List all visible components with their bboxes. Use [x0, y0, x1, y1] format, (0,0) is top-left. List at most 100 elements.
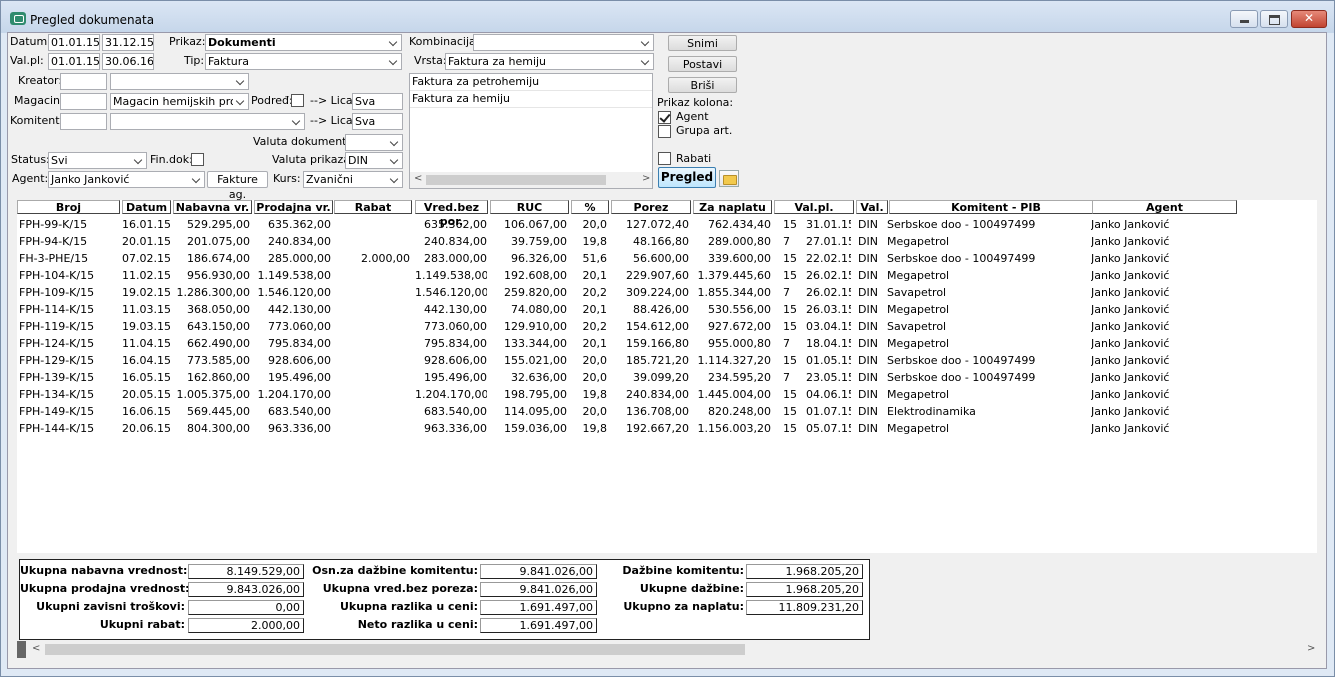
pregled-button[interactable]: Pregled	[658, 167, 716, 188]
cell-porez: 127.072,40	[626, 218, 689, 231]
vrsta-listbox[interactable]: Faktura za petrohemiju Faktura za hemiju…	[409, 73, 653, 189]
column-header-val[interactable]: Val.	[856, 200, 888, 214]
kreator-select[interactable]	[110, 73, 249, 90]
total-naplata-value: 11.809.231,20	[746, 600, 863, 615]
horizontal-scrollbar[interactable]: < >	[17, 641, 1320, 658]
table-row[interactable]: FPH-139-K/15 16.05.15 162.860,00 195.496,00…	[17, 369, 1317, 386]
cell-porez: 154.612,00	[626, 320, 689, 333]
cell-nabavna: 368.050,00	[187, 303, 250, 316]
scroll-thumb[interactable]	[426, 175, 606, 185]
cell-valuta: DIN	[858, 422, 878, 435]
agent-checkbox[interactable]	[658, 111, 671, 124]
table-row[interactable]: FPH-94-K/15 20.01.15 201.075,00 240.834,00 2…	[17, 233, 1317, 250]
chevron-down-icon[interactable]	[233, 74, 248, 89]
datum-from-field[interactable]: 01.01.15	[48, 34, 100, 51]
lica-field-1[interactable]: Sva	[352, 93, 403, 110]
agent-select[interactable]: Janko Janković	[48, 171, 205, 188]
column-header-broj[interactable]: Broj	[17, 200, 120, 214]
table-row[interactable]: FPH-109-K/15 19.02.15 1.286.300,00 1.546.12…	[17, 284, 1317, 301]
cell-komitent: Megapetrol	[887, 269, 950, 282]
scroll-left-icon[interactable]: <	[32, 643, 40, 654]
scroll-right-icon[interactable]: >	[642, 173, 650, 184]
table-row[interactable]: FPH-104-K/15 11.02.15 956.930,00 1.149.538,…	[17, 267, 1317, 284]
datum-to-field[interactable]: 31.12.15	[102, 34, 154, 51]
valuta-prikaza-select[interactable]: DIN	[345, 152, 403, 169]
chevron-down-icon[interactable]	[638, 54, 653, 69]
table-row[interactable]: FPH-119-K/15 19.03.15 643.150,00 773.060,00…	[17, 318, 1317, 335]
podred-checkbox[interactable]	[291, 94, 304, 107]
chevron-down-icon[interactable]	[638, 35, 653, 50]
column-header-nabavna[interactable]: Nabavna vr.	[173, 200, 252, 214]
table-row[interactable]: FPH-134-K/15 20.05.15 1.005.375,00 1.204.17…	[17, 386, 1317, 403]
kurs-select[interactable]: Zvanični	[303, 171, 403, 188]
tip-select[interactable]: Faktura	[205, 53, 402, 70]
list-item[interactable]: Faktura za petrohemiju	[410, 74, 652, 91]
vrsta-select[interactable]: Faktura za hemiju	[445, 53, 654, 70]
table-row[interactable]: FPH-144-K/15 20.06.15 804.300,00 963.336,00…	[17, 420, 1317, 437]
column-header-rabat[interactable]: Rabat	[334, 200, 412, 214]
table-row[interactable]: FPH-99-K/15 16.01.15 529.295,00 635.362,00 6…	[17, 216, 1317, 233]
grupa-art-checkbox[interactable]	[658, 125, 671, 138]
valuta-dok-select[interactable]	[345, 134, 403, 151]
komitent-code-field[interactable]	[60, 113, 107, 130]
chevron-down-icon[interactable]	[386, 35, 401, 50]
column-header-za-naplatu[interactable]: Za naplatu	[693, 200, 772, 214]
chevron-down-icon[interactable]	[386, 54, 401, 69]
listbox-scrollbar[interactable]: < >	[410, 172, 652, 188]
scroll-left-icon[interactable]: <	[414, 173, 422, 184]
cell-agent: Janko Janković	[1091, 320, 1170, 333]
cell-vred: 928.606,00	[424, 354, 487, 367]
column-header-komitent[interactable]: Komitent - PIB	[889, 200, 1103, 214]
scroll-thumb[interactable]	[45, 644, 745, 655]
column-header-ruc[interactable]: RUC	[490, 200, 569, 214]
agent-label: Agent:	[12, 172, 49, 185]
postavi-button[interactable]: Postavi	[668, 56, 737, 72]
column-header-datum[interactable]: Datum	[122, 200, 171, 214]
chevron-down-icon[interactable]	[289, 114, 304, 129]
column-header-porez[interactable]: Porez	[611, 200, 691, 214]
minimize-button[interactable]	[1230, 10, 1258, 28]
cell-procenat: 19,8	[582, 422, 608, 435]
column-header-prodajna[interactable]: Prodajna vr.	[254, 200, 333, 214]
chevron-down-icon[interactable]	[387, 135, 402, 150]
list-item[interactable]: Faktura za hemiju	[410, 91, 652, 108]
valpl-to-field[interactable]: 30.06.16	[102, 53, 154, 70]
table-row[interactable]: FPH-129-K/15 16.04.15 773.585,00 928.606,00…	[17, 352, 1317, 369]
valpl-label: Val.pl:	[10, 54, 44, 67]
cell-valuta: DIN	[858, 337, 878, 350]
column-header-procenat[interactable]: %	[571, 200, 609, 214]
fakture-ag-button[interactable]: Fakture ag.	[207, 171, 268, 201]
rabati-checkbox[interactable]	[658, 152, 671, 165]
close-button[interactable]: ✕	[1291, 10, 1327, 28]
valpl-from-field[interactable]: 01.01.15	[48, 53, 100, 70]
scroll-right-icon[interactable]: >	[1307, 643, 1315, 654]
brisi-button[interactable]: Briši	[668, 77, 737, 93]
table-row[interactable]: FH-3-PHE/15 07.02.15 186.674,00 285.000,00 2…	[17, 250, 1317, 267]
chevron-down-icon[interactable]	[387, 172, 402, 187]
kombinacija-select[interactable]	[473, 34, 654, 51]
table-row[interactable]: FPH-124-K/15 11.04.15 662.490,00 795.834,00…	[17, 335, 1317, 352]
column-header-valpl[interactable]: Val.pl.	[774, 200, 854, 214]
cell-dani: 15	[783, 303, 797, 316]
chevron-down-icon[interactable]	[233, 94, 248, 109]
prikaz-select[interactable]: Dokumenti	[205, 34, 402, 51]
lica-field-2[interactable]: Sva	[352, 113, 403, 130]
column-header-agent[interactable]: Agent	[1092, 200, 1237, 214]
findok-checkbox[interactable]	[191, 153, 204, 166]
kreator-code-field[interactable]	[60, 73, 107, 90]
snimi-button[interactable]: Snimi	[668, 35, 737, 51]
chevron-down-icon[interactable]	[189, 172, 204, 187]
magacin-select[interactable]: Magacin hemijskih proizv	[110, 93, 249, 110]
magacin-code-field[interactable]	[60, 93, 107, 110]
komitent-select[interactable]	[110, 113, 305, 130]
chevron-down-icon[interactable]	[387, 153, 402, 168]
maximize-button[interactable]	[1260, 10, 1288, 28]
column-header-vred-bez-por[interactable]: Vred.bez por.	[415, 200, 488, 228]
table-row[interactable]: FPH-114-K/15 11.03.15 368.050,00 442.130,00…	[17, 301, 1317, 318]
status-select[interactable]: Svi	[48, 152, 147, 169]
cell-dani: 7	[783, 286, 790, 299]
chevron-down-icon[interactable]	[131, 153, 146, 168]
cell-valpl: 31.01.15	[806, 218, 851, 231]
table-row[interactable]: FPH-149-K/15 16.06.15 569.445,00 683.540,00…	[17, 403, 1317, 420]
folder-icon[interactable]	[719, 170, 739, 187]
